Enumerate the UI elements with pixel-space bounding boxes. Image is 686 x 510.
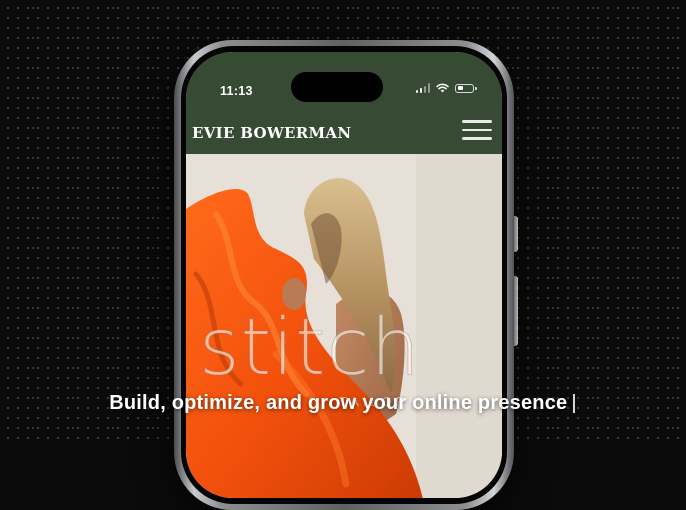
status-time: 11:13 [220, 84, 253, 98]
typing-cursor: | [571, 392, 577, 414]
cellular-signal-icon [415, 83, 430, 93]
tagline-text: Build, optimize, and grow your online pr… [109, 392, 568, 414]
battery-icon [455, 83, 477, 93]
site-brand[interactable]: EVIE BOWERMAN [192, 124, 351, 142]
hero-headline: stitch [199, 303, 421, 393]
status-bar: 11:13 [186, 52, 502, 110]
dynamic-island [291, 72, 383, 102]
tagline-caption: Build, optimize, and grow your online pr… [0, 392, 686, 415]
battery-level [457, 86, 464, 90]
phone-screen: 11:13 EVIE BOWERMAN stitch TAILORING [186, 52, 502, 498]
wifi-icon [436, 83, 449, 93]
site-header: EVIE BOWERMAN [186, 110, 502, 154]
phone-side-button [514, 216, 518, 252]
phone-bezel: 11:13 EVIE BOWERMAN stitch TAILORING [181, 46, 507, 504]
phone-power-button [514, 276, 518, 346]
hamburger-menu-icon[interactable] [462, 119, 492, 141]
phone-mockup: 11:13 EVIE BOWERMAN stitch TAILORING [174, 40, 518, 510]
hero-image: stitch TAILORING [186, 154, 502, 498]
status-icons [415, 80, 477, 96]
